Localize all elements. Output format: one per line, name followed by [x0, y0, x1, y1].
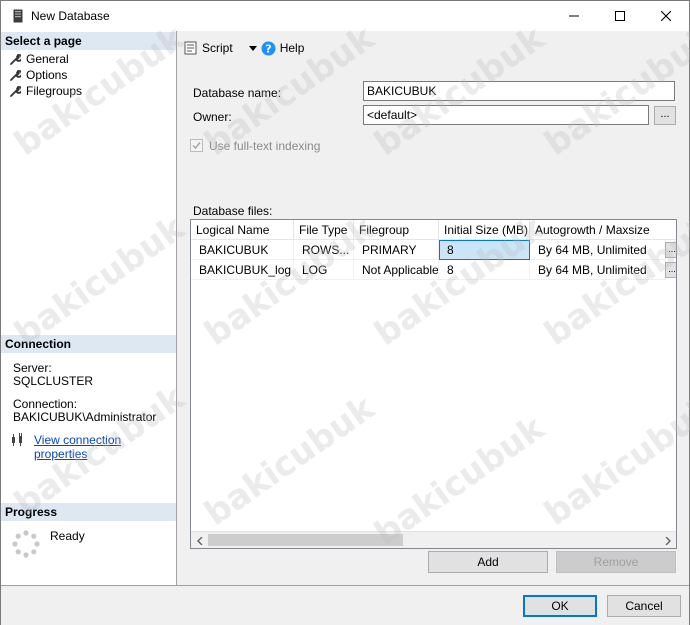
- view-connection-properties-link[interactable]: View connection properties: [34, 433, 176, 461]
- add-button[interactable]: Add: [428, 551, 548, 573]
- page-item-filegroups[interactable]: Filegroups: [9, 83, 82, 99]
- close-button[interactable]: [643, 1, 689, 31]
- owner-label: Owner:: [193, 110, 232, 124]
- svg-text:?: ?: [265, 42, 271, 55]
- help-button[interactable]: ? Help: [261, 41, 305, 56]
- progress-spinner-icon: [12, 530, 40, 558]
- horizontal-scrollbar[interactable]: [191, 531, 676, 548]
- ok-button[interactable]: OK: [523, 595, 597, 617]
- database-name-label: Database name:: [193, 86, 282, 100]
- database-files-label: Database files:: [193, 204, 273, 218]
- cell-logical-name[interactable]: BAKICUBUK_log: [191, 260, 294, 280]
- cell-file-type[interactable]: ROWS...: [294, 240, 354, 260]
- autogrowth-browse-button[interactable]: ...: [665, 242, 676, 258]
- maximize-icon: [615, 11, 625, 21]
- right-pane: Script ? Help Database name: BAKICUBUK O…: [178, 31, 689, 585]
- connection-value: BAKICUBUK\Administrator: [13, 410, 157, 424]
- table-row[interactable]: BAKICUBUK_log LOG Not Applicable 8 By 64…: [191, 260, 666, 280]
- page-item-label: General: [26, 52, 69, 66]
- select-page-header: Select a page: [1, 32, 176, 50]
- window-title: New Database: [31, 9, 110, 23]
- wrench-icon: [10, 54, 21, 65]
- cell-autogrowth: By 64 MB, Unlimited: [530, 240, 666, 260]
- scrollbar-thumb[interactable]: [208, 534, 403, 546]
- scroll-left-icon[interactable]: [194, 535, 205, 546]
- cell-logical-name[interactable]: BAKICUBUK: [191, 240, 294, 260]
- owner-input[interactable]: <default>: [363, 105, 649, 125]
- cell-filegroup[interactable]: Not Applicable: [354, 260, 439, 280]
- column-header-file-type[interactable]: File Type: [294, 220, 354, 240]
- server-value: SQLCLUSTER: [13, 374, 94, 388]
- page-item-label: Options: [26, 68, 68, 82]
- dialog-button-bar: OK Cancel: [1, 585, 689, 625]
- toolbar: Script ? Help: [178, 31, 689, 65]
- owner-browse-button[interactable]: ...: [654, 106, 676, 125]
- database-name-input[interactable]: BAKICUBUK: [363, 81, 675, 101]
- close-icon: [661, 11, 671, 21]
- page-item-general[interactable]: General: [9, 51, 69, 67]
- title-bar: New Database: [1, 1, 689, 31]
- connection-header: Connection: [1, 335, 176, 353]
- column-header-initial-size[interactable]: Initial Size (MB): [439, 220, 530, 240]
- column-header-logical-name[interactable]: Logical Name: [191, 220, 294, 240]
- connection-plug-icon: [12, 433, 22, 446]
- script-icon: [184, 41, 197, 55]
- progress-header: Progress: [1, 503, 176, 521]
- grid-header: Logical Name File Type Filegroup Initial…: [191, 220, 676, 240]
- cell-autogrowth: By 64 MB, Unlimited: [530, 260, 666, 280]
- checkmark-icon: [192, 142, 201, 150]
- help-label: Help: [279, 41, 305, 55]
- cell-filegroup[interactable]: PRIMARY: [354, 240, 439, 260]
- cancel-button[interactable]: Cancel: [607, 595, 681, 617]
- cell-file-type[interactable]: LOG: [294, 260, 354, 280]
- page-item-options[interactable]: Options: [9, 67, 67, 83]
- cell-initial-size[interactable]: 8: [439, 240, 530, 260]
- progress-status: Ready: [50, 529, 85, 543]
- scroll-right-icon[interactable]: [662, 535, 673, 546]
- wrench-icon: [10, 86, 21, 97]
- table-row[interactable]: BAKICUBUK ROWS... PRIMARY 8 By 64 MB, Un…: [191, 240, 666, 260]
- script-dropdown-chevron-icon[interactable]: [248, 45, 257, 51]
- wrench-icon: [10, 70, 21, 81]
- fulltext-label: Use full-text indexing: [209, 139, 321, 153]
- column-header-filegroup[interactable]: Filegroup: [354, 220, 439, 240]
- maximize-button[interactable]: [597, 1, 643, 31]
- general-page-content: Database name: BAKICUBUK Owner: <default…: [178, 69, 689, 585]
- script-label: Script: [202, 41, 233, 55]
- minimize-button[interactable]: [551, 1, 597, 31]
- left-pane: Select a page General Options Filegroups…: [1, 31, 177, 585]
- column-header-autogrowth[interactable]: Autogrowth / Maxsize: [530, 220, 676, 240]
- remove-button[interactable]: Remove: [556, 551, 676, 573]
- fulltext-checkbox[interactable]: [190, 139, 203, 152]
- database-icon: [13, 9, 23, 23]
- page-item-label: Filegroups: [26, 84, 83, 98]
- server-label: Server:: [13, 361, 52, 375]
- database-files-grid: Logical Name File Type Filegroup Initial…: [190, 219, 677, 549]
- new-database-dialog: New Database Select a page General Optio…: [0, 0, 690, 625]
- connection-label: Connection:: [13, 397, 78, 411]
- minimize-icon: [569, 15, 579, 17]
- help-icon: ?: [261, 41, 276, 55]
- script-button[interactable]: Script: [184, 41, 233, 55]
- cell-initial-size[interactable]: 8: [439, 260, 530, 280]
- autogrowth-browse-button[interactable]: ...: [665, 262, 676, 278]
